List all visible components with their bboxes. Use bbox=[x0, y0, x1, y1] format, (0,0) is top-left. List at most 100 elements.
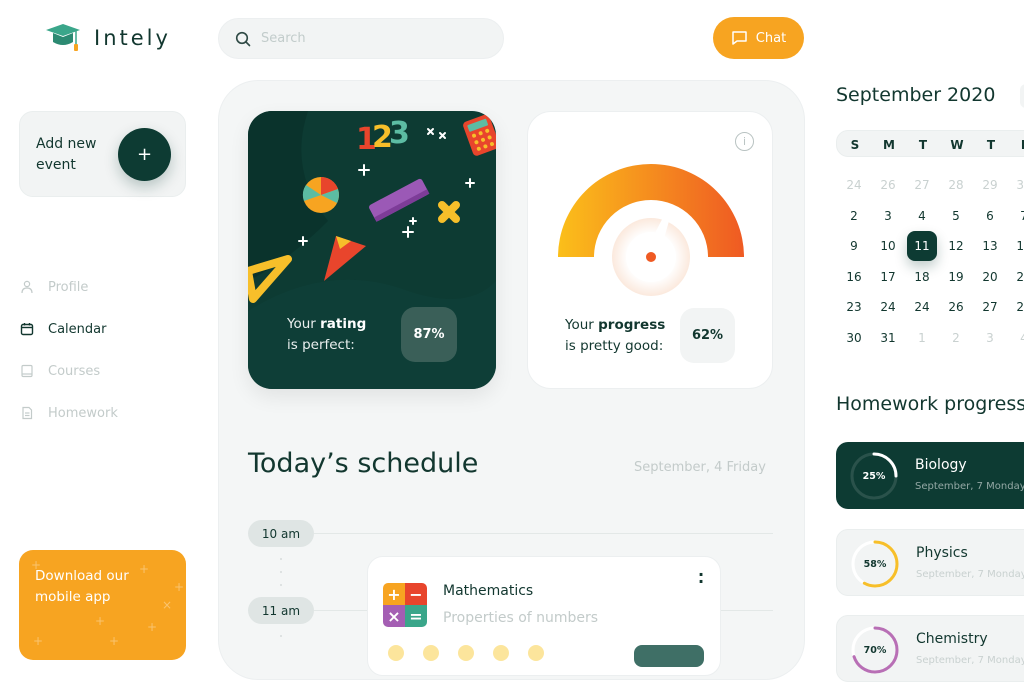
calendar-day[interactable]: 21 bbox=[1009, 262, 1024, 292]
calendar-weekday-header: SMTWTFS bbox=[836, 130, 1024, 157]
avatar bbox=[423, 645, 439, 661]
homework-card-chemistry[interactable]: 70% Chemistry September, 7 Monday bbox=[836, 615, 1024, 682]
calendar-day[interactable]: 26 bbox=[941, 292, 971, 322]
svg-text:3: 3 bbox=[389, 116, 410, 151]
calendar-day[interactable]: 29 bbox=[975, 170, 1005, 200]
calendar-day-selected[interactable]: 11 bbox=[907, 231, 937, 261]
timeline-divider bbox=[314, 533, 773, 534]
calendar-day[interactable]: 9 bbox=[839, 231, 869, 261]
homework-subject: Physics bbox=[916, 545, 968, 561]
sparkle-icon: + bbox=[147, 620, 158, 634]
calendar-day[interactable]: 2 bbox=[941, 323, 971, 353]
progress-bold: progress bbox=[598, 317, 666, 333]
calendar-day[interactable]: 16 bbox=[839, 262, 869, 292]
progress-suffix: is pretty good: bbox=[565, 338, 664, 354]
calendar-day[interactable]: 3 bbox=[975, 323, 1005, 353]
rating-card: 1 2 3 Your rating is perfect: 87% bbox=[248, 111, 496, 389]
event-title: Mathematics bbox=[443, 583, 534, 599]
calendar-day[interactable]: 5 bbox=[941, 201, 971, 231]
calendar-day[interactable]: 28 bbox=[1009, 292, 1024, 322]
sparkle-icon: + bbox=[174, 580, 185, 594]
app-name: Intely bbox=[94, 26, 171, 50]
calendar-day[interactable]: 20 bbox=[975, 262, 1005, 292]
sidebar-item-label: Courses bbox=[48, 363, 101, 379]
calendar-day[interactable]: 13 bbox=[975, 231, 1005, 261]
calendar-day[interactable]: 24 bbox=[873, 292, 903, 322]
homework-subject: Biology bbox=[915, 457, 967, 473]
add-event-label: Add new event bbox=[36, 136, 97, 173]
download-app-card[interactable]: + + + × + + + + Download our mobile app bbox=[19, 550, 186, 660]
calendar-day[interactable]: 10 bbox=[873, 231, 903, 261]
calendar-day[interactable]: 31 bbox=[873, 323, 903, 353]
search-icon bbox=[235, 31, 251, 46]
calendar-day[interactable]: 28 bbox=[941, 170, 971, 200]
sidebar-item-calendar[interactable]: Calendar bbox=[20, 308, 118, 350]
event-subtitle: Properties of numbers bbox=[443, 610, 599, 626]
rating-value-badge: 87% bbox=[401, 307, 457, 362]
calendar-day[interactable]: 30 bbox=[839, 323, 869, 353]
progress-value-badge: 62% bbox=[680, 308, 735, 363]
calendar-day[interactable]: 1 bbox=[907, 323, 937, 353]
add-event-card: Add new event + bbox=[19, 111, 186, 197]
homework-percent: 58% bbox=[863, 558, 887, 570]
calendar-day[interactable]: 27 bbox=[975, 292, 1005, 322]
document-icon bbox=[22, 406, 33, 420]
sparkle-icon: × bbox=[162, 598, 173, 612]
calendar-day[interactable]: 2 bbox=[839, 201, 869, 231]
homework-card-biology[interactable]: 25% Biology September, 7 Monday bbox=[836, 442, 1024, 509]
weekday-label: S bbox=[850, 137, 860, 152]
rating-suffix: is perfect: bbox=[287, 337, 355, 353]
download-app-label: Download our mobile app bbox=[35, 568, 129, 605]
timeline-dot bbox=[280, 571, 282, 573]
math-illustration: 1 2 3 bbox=[248, 111, 496, 389]
calendar-month-title: September 2020 bbox=[836, 84, 996, 106]
sparkle-icon: + bbox=[109, 634, 120, 648]
sparkle-icon: + bbox=[33, 634, 44, 648]
calendar-day[interactable]: 7 bbox=[1009, 201, 1024, 231]
chat-button[interactable]: Chat bbox=[713, 17, 804, 59]
sparkle-icon: + bbox=[95, 614, 106, 628]
sidebar-item-homework[interactable]: Homework bbox=[20, 392, 118, 434]
calendar-day[interactable]: 30 bbox=[1009, 170, 1024, 200]
sidebar-item-courses[interactable]: Courses bbox=[20, 350, 118, 392]
schedule-title: Today’s schedule bbox=[248, 448, 479, 479]
app-logo[interactable]: Intely bbox=[44, 22, 171, 54]
homework-card-physics[interactable]: 58% Physics September, 7 Monday bbox=[836, 529, 1024, 596]
calendar-day[interactable]: 27 bbox=[907, 170, 937, 200]
event-tag-button[interactable] bbox=[634, 645, 704, 667]
calendar-day[interactable]: 23 bbox=[839, 292, 869, 322]
calendar-day[interactable]: 6 bbox=[975, 201, 1005, 231]
homework-date: September, 7 Monday bbox=[916, 569, 1024, 580]
sidebar-item-label: Homework bbox=[48, 405, 118, 421]
homework-percent: 25% bbox=[862, 470, 886, 482]
avatar bbox=[528, 645, 544, 661]
calendar-day[interactable]: 3 bbox=[873, 201, 903, 231]
homework-percent: 70% bbox=[863, 644, 887, 656]
progress-gauge bbox=[558, 164, 744, 296]
sidebar-item-profile[interactable]: Profile bbox=[20, 266, 118, 308]
calendar-day[interactable]: 18 bbox=[907, 262, 937, 292]
add-event-button[interactable]: + bbox=[118, 128, 171, 181]
sidebar-item-label: Profile bbox=[48, 279, 89, 295]
calendar-day[interactable]: 24 bbox=[839, 170, 869, 200]
calendar-day[interactable]: 12 bbox=[941, 231, 971, 261]
more-vertical-icon[interactable]: · · bbox=[698, 567, 704, 590]
rating-prefix: Your bbox=[287, 316, 321, 332]
chat-button-label: Chat bbox=[755, 30, 787, 46]
homework-date: September, 7 Monday bbox=[915, 481, 1024, 492]
calendar-day[interactable]: 26 bbox=[873, 170, 903, 200]
homework-title: Homework progress bbox=[836, 393, 1024, 415]
calendar-day[interactable]: 24 bbox=[907, 292, 937, 322]
weekday-label: T bbox=[986, 137, 996, 152]
calendar-day[interactable]: 19 bbox=[941, 262, 971, 292]
calendar-day[interactable]: 14 bbox=[1009, 231, 1024, 261]
progress-prefix: Your bbox=[565, 317, 599, 333]
search-bar[interactable] bbox=[218, 18, 504, 59]
rating-bold: rating bbox=[320, 316, 367, 332]
calendar-day[interactable]: 17 bbox=[873, 262, 903, 292]
calendar-day[interactable]: 4 bbox=[1009, 323, 1024, 353]
schedule-event-card[interactable]: + − × = Mathematics Properties of number… bbox=[367, 556, 721, 676]
search-input[interactable] bbox=[261, 31, 481, 46]
calendar-nav-button[interactable] bbox=[1020, 84, 1024, 108]
calendar-day[interactable]: 4 bbox=[907, 201, 937, 231]
